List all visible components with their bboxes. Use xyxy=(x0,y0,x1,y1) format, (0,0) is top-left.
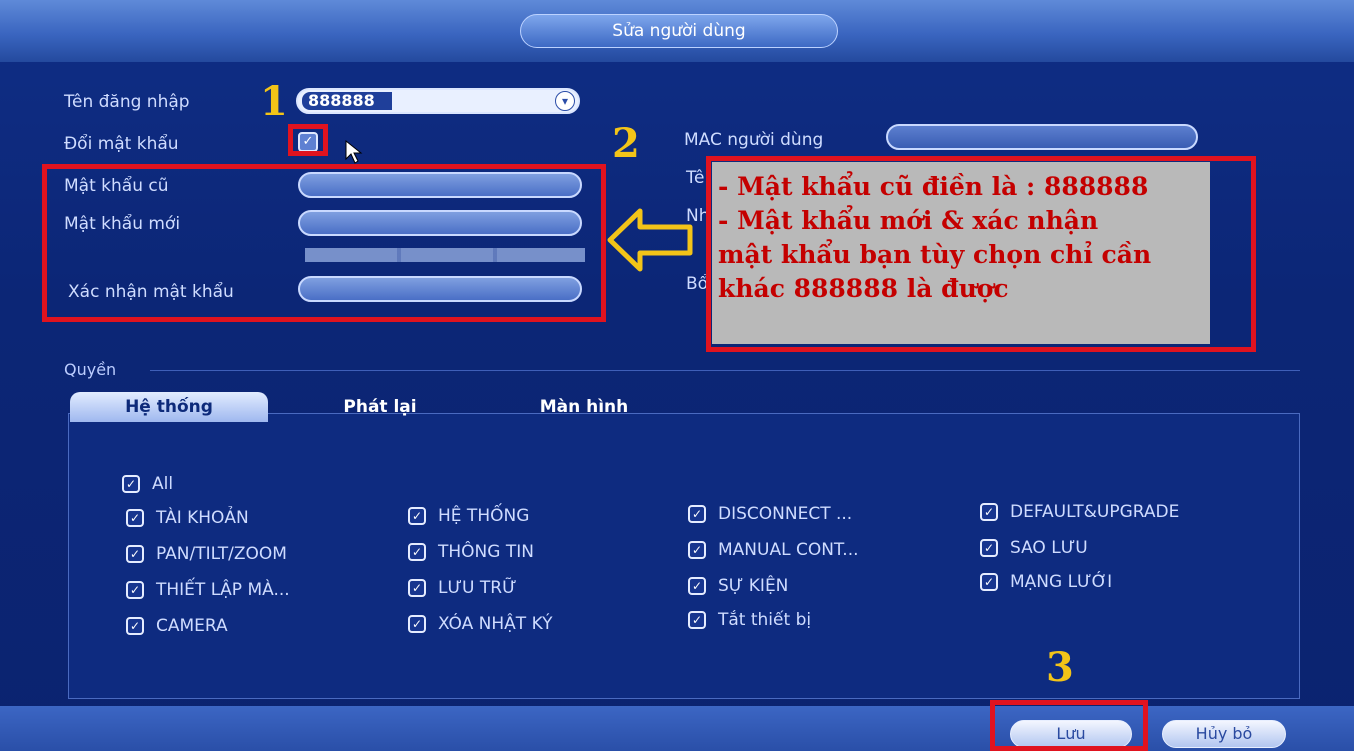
highlight-note xyxy=(706,156,1256,352)
section-divider xyxy=(150,370,1300,371)
checkbox-checked-icon: ✓ xyxy=(122,475,140,493)
mac-field[interactable] xyxy=(886,124,1198,150)
perm-display-setup[interactable]: ✓ THIẾT LẬP MÀ... xyxy=(126,580,290,600)
highlight-checkbox xyxy=(288,124,328,156)
perm-label: PAN/TILT/ZOOM xyxy=(156,544,287,564)
perm-label: CAMERA xyxy=(156,616,228,636)
checkbox-checked-icon: ✓ xyxy=(126,509,144,527)
cancel-button[interactable]: Hủy bỏ xyxy=(1162,720,1286,748)
perm-account[interactable]: ✓ TÀI KHOẢN xyxy=(126,508,249,528)
checkbox-checked-icon: ✓ xyxy=(688,541,706,559)
username-label: Tên đăng nhập xyxy=(64,92,190,112)
checkbox-checked-icon: ✓ xyxy=(980,503,998,521)
perm-ptz[interactable]: ✓ PAN/TILT/ZOOM xyxy=(126,544,287,564)
partial-label-1: Tê xyxy=(686,168,705,188)
partial-label-3: Bổ xyxy=(686,274,709,294)
change-password-label: Đổi mật khẩu xyxy=(64,134,179,154)
checkbox-checked-icon: ✓ xyxy=(980,573,998,591)
perm-label: THIẾT LẬP MÀ... xyxy=(156,580,290,600)
dialog-title: Sửa người dùng xyxy=(520,14,838,48)
perm-label: SAO LƯU xyxy=(1010,538,1088,558)
tab-playback[interactable]: Phát lại xyxy=(330,392,430,422)
perm-manual-control[interactable]: ✓ MANUAL CONT... xyxy=(688,540,859,560)
bottom-bar xyxy=(0,706,1354,751)
perm-default-upgrade[interactable]: ✓ DEFAULT&UPGRADE xyxy=(980,502,1179,522)
perm-camera[interactable]: ✓ CAMERA xyxy=(126,616,228,636)
checkbox-checked-icon: ✓ xyxy=(408,543,426,561)
checkbox-checked-icon: ✓ xyxy=(688,611,706,629)
perm-label: DISCONNECT ... xyxy=(718,504,853,524)
perm-label: THÔNG TIN xyxy=(438,542,534,562)
title-bar: Sửa người dùng xyxy=(0,0,1354,62)
marker-3: 3 xyxy=(1046,644,1074,691)
perm-shutdown[interactable]: ✓ Tắt thiết bị xyxy=(688,610,811,630)
checkbox-checked-icon: ✓ xyxy=(688,577,706,595)
checkbox-checked-icon: ✓ xyxy=(980,539,998,557)
perm-system[interactable]: ✓ HỆ THỐNG xyxy=(408,506,529,526)
perm-backup[interactable]: ✓ SAO LƯU xyxy=(980,538,1088,558)
perm-all[interactable]: ✓ All xyxy=(122,474,173,494)
perm-label: MANUAL CONT... xyxy=(718,540,859,560)
perm-label: TÀI KHOẢN xyxy=(156,508,249,528)
chevron-down-icon[interactable]: ▾ xyxy=(555,91,575,111)
tab-monitor[interactable]: Màn hình xyxy=(524,392,644,422)
username-select[interactable]: 888888 ▾ xyxy=(296,88,580,114)
tab-system[interactable]: Hệ thống xyxy=(70,392,268,422)
perm-label: MẠNG LƯỚI xyxy=(1010,572,1113,592)
perm-label: HỆ THỐNG xyxy=(438,506,530,526)
perm-label: LƯU TRỮ xyxy=(438,578,517,598)
checkbox-checked-icon: ✓ xyxy=(408,615,426,633)
mac-label: MAC người dùng xyxy=(684,130,824,150)
perm-label: All xyxy=(152,474,174,494)
perm-disconnect[interactable]: ✓ DISCONNECT ... xyxy=(688,504,852,524)
perm-clear-log[interactable]: ✓ XÓA NHẬT KÝ xyxy=(408,614,553,634)
highlight-password-fields xyxy=(42,164,606,322)
permissions-section-label: Quyền xyxy=(64,360,117,379)
perm-label: Tắt thiết bị xyxy=(718,610,812,630)
checkbox-checked-icon: ✓ xyxy=(126,581,144,599)
perm-label: SỰ KIỆN xyxy=(718,576,789,596)
checkbox-checked-icon: ✓ xyxy=(408,507,426,525)
checkbox-checked-icon: ✓ xyxy=(408,579,426,597)
perm-info[interactable]: ✓ THÔNG TIN xyxy=(408,542,534,562)
left-arrow-icon xyxy=(607,208,693,272)
checkbox-checked-icon: ✓ xyxy=(688,505,706,523)
marker-1: 1 xyxy=(260,78,288,125)
marker-2: 2 xyxy=(612,120,640,167)
perm-network[interactable]: ✓ MẠNG LƯỚI xyxy=(980,572,1112,592)
perm-label: DEFAULT&UPGRADE xyxy=(1010,502,1180,522)
perm-storage[interactable]: ✓ LƯU TRỮ xyxy=(408,578,517,598)
checkbox-checked-icon: ✓ xyxy=(126,545,144,563)
checkbox-checked-icon: ✓ xyxy=(126,617,144,635)
dvr-screen: Sửa người dùng Tên đăng nhập 888888 ▾ Đổ… xyxy=(0,0,1354,751)
username-value: 888888 xyxy=(302,92,392,110)
highlight-save-button xyxy=(990,700,1148,751)
mouse-cursor-icon xyxy=(345,139,363,164)
perm-events[interactable]: ✓ SỰ KIỆN xyxy=(688,576,788,596)
perm-label: XÓA NHẬT KÝ xyxy=(438,614,553,634)
